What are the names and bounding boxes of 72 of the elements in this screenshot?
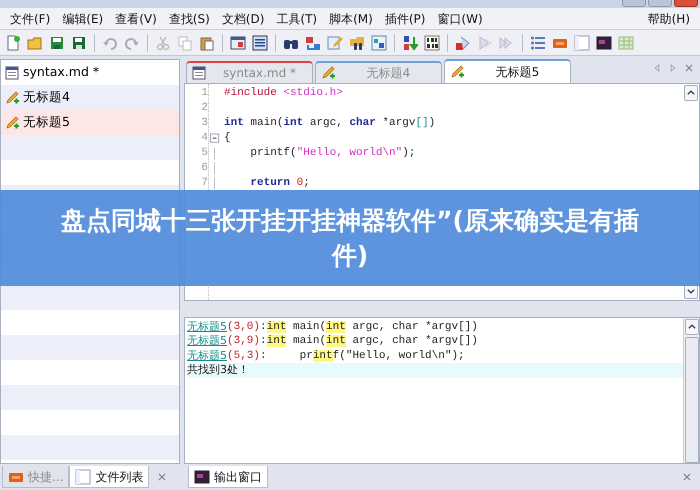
blank-panel-icon [75, 468, 92, 484]
line-number: 4 [200, 131, 208, 146]
code-line: int main(int argc, char *argv[]) [224, 117, 436, 129]
close-icon[interactable] [682, 472, 692, 482]
document-icon [4, 64, 20, 80]
grid-icon[interactable] [618, 34, 634, 50]
scrollbar[interactable] [683, 318, 699, 463]
paste-icon[interactable] [199, 34, 215, 50]
scroll-left-icon[interactable] [652, 62, 662, 74]
pencil-plus-icon [320, 65, 336, 81]
pencil-plus-icon [4, 90, 20, 106]
pencil-plus-icon [449, 64, 465, 80]
result-position: (3,0) [227, 320, 260, 334]
close-button[interactable] [674, 0, 698, 7]
sort-icon[interactable] [402, 34, 418, 50]
file-list-item[interactable]: 无标题5 [1, 110, 179, 135]
menu-item[interactable]: 查找(S) [162, 8, 216, 30]
panel-tab[interactable]: 输出窗口 [188, 466, 268, 488]
blank-panel-icon[interactable] [574, 34, 590, 50]
document-icon [191, 65, 207, 81]
result-link[interactable]: 无标题5 [187, 348, 227, 364]
line-number: 7 [200, 176, 208, 191]
binary-icon[interactable] [424, 34, 440, 50]
result-position: (5,3) [227, 348, 260, 364]
save-icon[interactable] [49, 34, 65, 50]
close-icon[interactable] [684, 62, 694, 74]
folder-search-icon[interactable] [349, 34, 365, 50]
result-text: : printf("Hello, world\n"); [260, 348, 465, 364]
code-line: return 0; [249, 177, 310, 189]
result-link[interactable]: 无标题5 [187, 320, 227, 334]
line-number: 2 [200, 101, 208, 116]
menu-item[interactable]: 插件(P) [378, 8, 432, 30]
result-summary: 共找到3处！ [187, 363, 249, 378]
save-all-icon[interactable] [71, 34, 87, 50]
scroll-right-icon[interactable] [668, 62, 678, 74]
record-macro-icon[interactable] [455, 34, 471, 50]
line-number: 6 [200, 161, 208, 176]
result-position: (3,9) [227, 334, 260, 349]
pencil-plus-icon [4, 114, 20, 130]
code-line: { [224, 132, 231, 144]
jump-icon[interactable] [371, 34, 387, 50]
screen-icon [194, 468, 210, 484]
result-text: :int main(int argc, char *argv[]) [260, 334, 478, 349]
open-folder-icon[interactable] [27, 34, 43, 50]
new-file-icon[interactable] [5, 34, 21, 50]
menu-item[interactable]: 工具(T) [270, 8, 324, 30]
close-icon[interactable] [157, 472, 168, 482]
menu-item[interactable]: 文档(D) [216, 8, 270, 30]
line-number: 1 [200, 86, 208, 101]
menu-item[interactable]: 查看(V) [109, 8, 163, 30]
replace-icon[interactable] [305, 34, 321, 50]
result-text: :int main(int argc, char *argv[]) [260, 320, 478, 334]
result-link[interactable]: 无标题5 [187, 334, 227, 349]
code-line: #include <stdio.h> [224, 87, 343, 99]
window-icon[interactable] [230, 34, 246, 50]
panel-tab[interactable]: 文件列表 [69, 466, 150, 488]
text-lines-icon[interactable] [252, 34, 268, 50]
menu-item[interactable]: 窗口(W) [431, 8, 489, 30]
menu-item[interactable]: 编辑(E) [56, 8, 110, 30]
list-icon[interactable] [530, 34, 546, 50]
menu-item[interactable]: 帮助(H) [642, 8, 696, 30]
scroll-thumb[interactable] [684, 336, 698, 463]
editor-tab[interactable]: 无标题5 [444, 59, 571, 83]
code-line: printf("Hello, world\n"); [249, 147, 416, 159]
pencil-page-icon[interactable] [327, 34, 343, 50]
line-number: 5 [200, 146, 208, 161]
headline-banner: 盘点同城十三张开挂开挂神器软件”(原来确实是有插件) [0, 190, 700, 286]
screen-icon[interactable] [596, 34, 612, 50]
line-number: 3 [200, 116, 208, 131]
menu-item[interactable]: 文件(F) [4, 8, 56, 30]
menu-item[interactable]: 脚本(M) [323, 8, 379, 30]
copy-icon[interactable] [177, 34, 193, 50]
